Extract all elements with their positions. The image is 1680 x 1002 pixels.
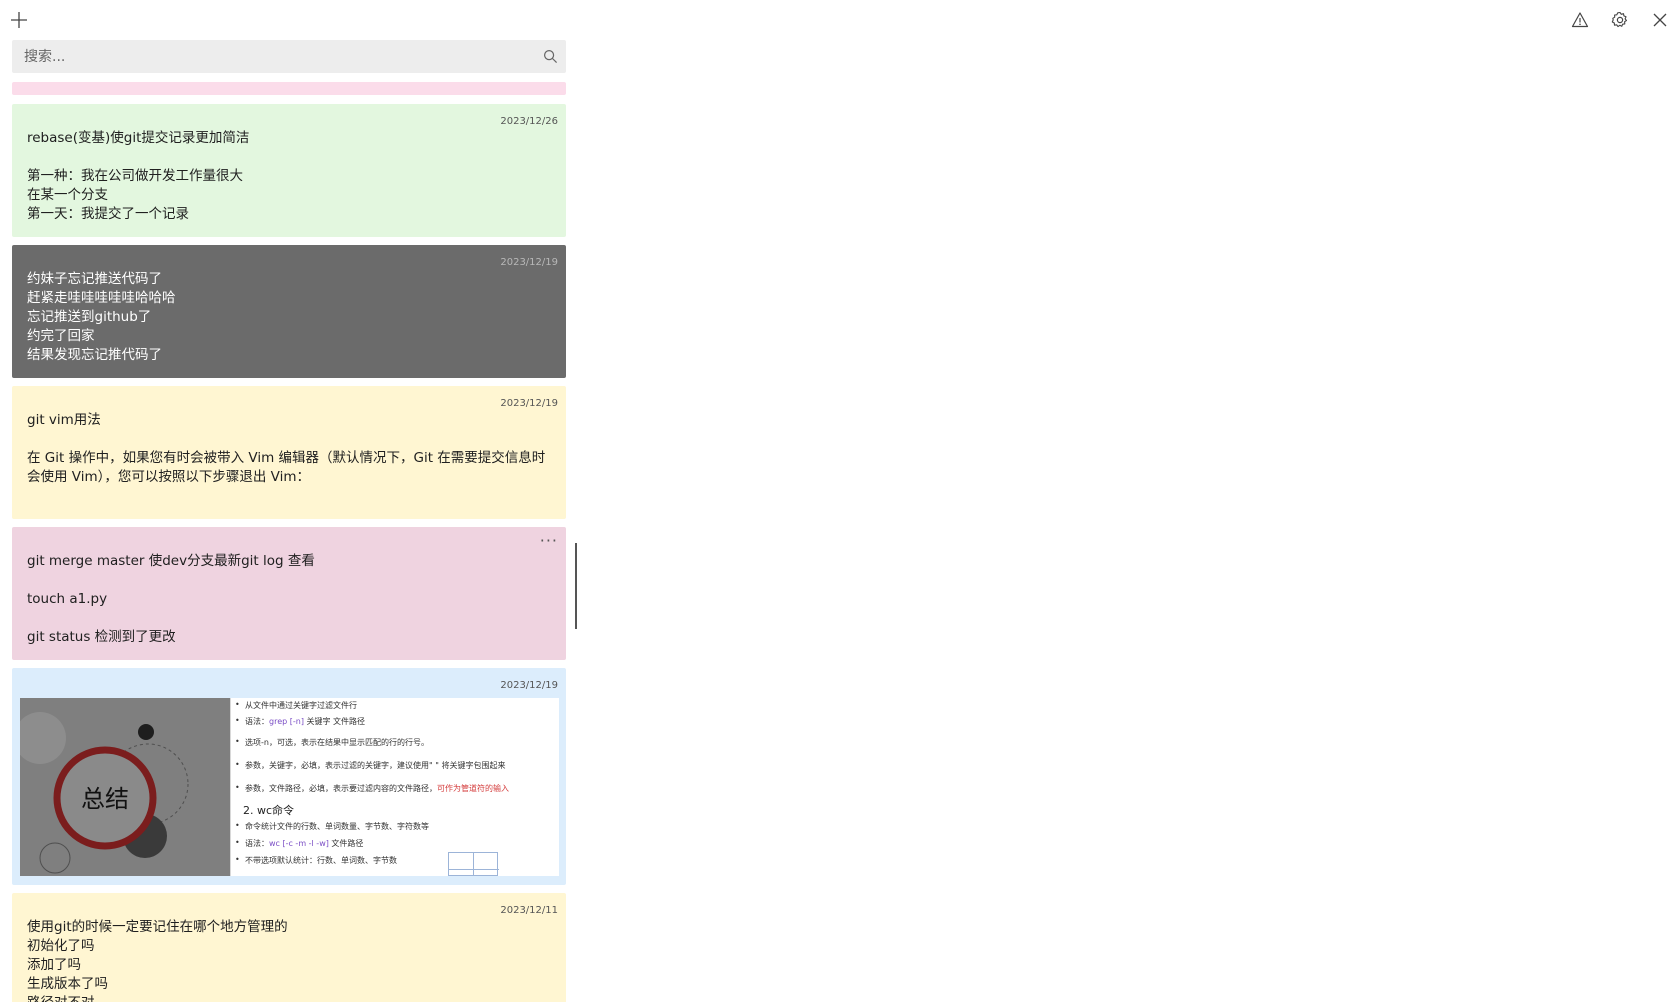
title-bar bbox=[0, 0, 1680, 38]
note-text: 使用git的时候一定要记住在哪个地方管理的 初始化了吗 添加了吗 生成版本了吗 … bbox=[27, 919, 288, 1002]
plus-icon bbox=[11, 12, 27, 28]
warning-icon bbox=[1571, 12, 1589, 28]
note-text: git vim用法 在 Git 操作中，如果您有时会被带入 Vim 编辑器（默认… bbox=[27, 412, 546, 485]
add-note-button[interactable] bbox=[7, 8, 31, 32]
search-bar bbox=[12, 40, 566, 73]
mini-table-graphic bbox=[448, 852, 499, 876]
summary-title: 总结 bbox=[81, 785, 129, 813]
note-text: git merge master 使dev分支最新git log 查看 touc… bbox=[27, 553, 315, 645]
close-icon bbox=[1653, 13, 1667, 27]
note-image-screenshot: 从文件中通过关键字过滤文件行 语法：grep [-n] 关键字 文件路径 选项-… bbox=[230, 698, 559, 876]
settings-button[interactable] bbox=[1608, 8, 1632, 32]
note-date: 2023/12/19 bbox=[500, 257, 558, 268]
warning-button[interactable] bbox=[1568, 8, 1592, 32]
note-date: 2023/12/26 bbox=[500, 116, 558, 127]
note-card[interactable]: 2023/12/11 使用git的时候一定要记住在哪个地方管理的 初始化了吗 添… bbox=[12, 893, 566, 1002]
note-card[interactable]: 2023/12/26 rebase(变基)使git提交记录更加简洁 第一种：我在… bbox=[12, 104, 566, 237]
note-card[interactable]: 2023/12/19 git vim用法 在 Git 操作中，如果您有时会被带入… bbox=[12, 386, 566, 519]
notes-list: 2023/12/26 rebase(变基)使git提交记录更加简洁 第一种：我在… bbox=[12, 82, 566, 1002]
note-text: 约妹子忘记推送代码了 赶紧走哇哇哇哇哇哈哈哈 忘记推送到github了 约完了回… bbox=[27, 271, 176, 363]
note-text: rebase(变基)使git提交记录更加简洁 第一种：我在公司做开发工作量很大 … bbox=[27, 130, 250, 222]
note-card[interactable] bbox=[12, 82, 566, 95]
search-icon[interactable] bbox=[543, 49, 558, 64]
gear-icon bbox=[1611, 11, 1628, 28]
close-button[interactable] bbox=[1648, 8, 1672, 32]
scrollbar-thumb[interactable] bbox=[575, 543, 577, 629]
note-more-menu-button[interactable]: ··· bbox=[540, 531, 558, 550]
note-date: 2023/12/19 bbox=[500, 680, 558, 691]
note-card-image[interactable]: 2023/12/19 总结 从文件中通过关键字过滤文件行 语法：grep [-n… bbox=[12, 668, 566, 885]
note-date: 2023/12/11 bbox=[500, 905, 558, 916]
search-input[interactable] bbox=[12, 40, 532, 73]
note-image-summary: 总结 bbox=[20, 698, 230, 876]
note-date: 2023/12/19 bbox=[500, 398, 558, 409]
note-card[interactable]: 2023/12/19 约妹子忘记推送代码了 赶紧走哇哇哇哇哇哈哈哈 忘记推送到g… bbox=[12, 245, 566, 378]
note-card[interactable]: ··· git merge master 使dev分支最新git log 查看 … bbox=[12, 527, 566, 660]
